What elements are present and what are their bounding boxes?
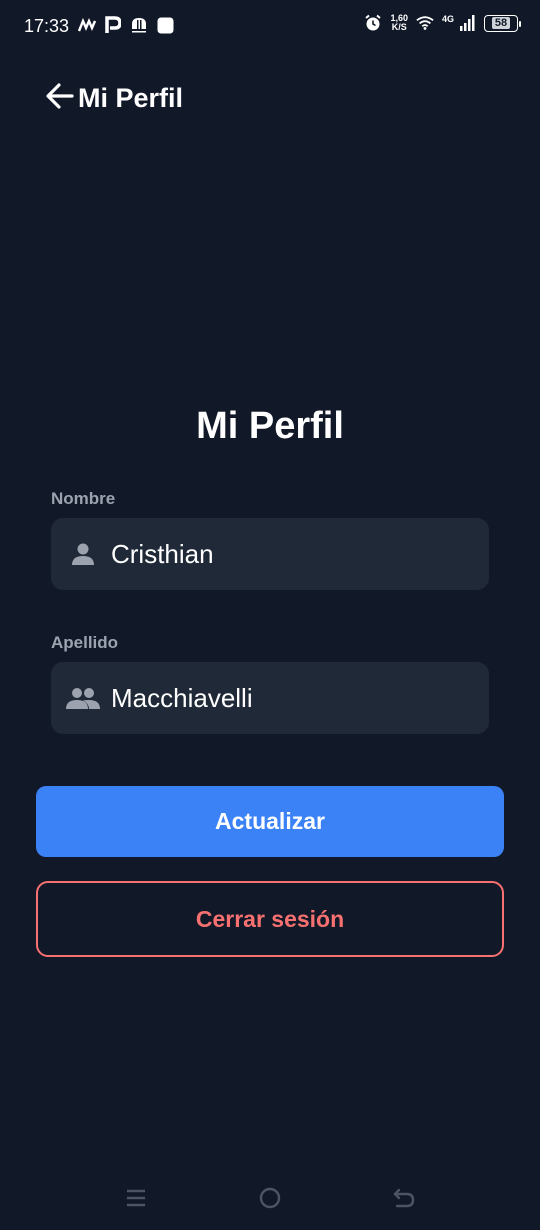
return-icon (392, 1186, 416, 1215)
first-name-label: Nombre (51, 489, 116, 508)
battery-level: 58 (491, 17, 511, 29)
last-name-input[interactable] (111, 682, 471, 714)
first-name-field[interactable] (51, 518, 489, 590)
back-button[interactable] (44, 82, 76, 114)
first-name-input[interactable] (111, 538, 471, 570)
arrow-left-icon (46, 82, 74, 114)
app-bar-title: Mi Perfil (78, 82, 184, 113)
store-icon (130, 16, 148, 34)
profile-screen: 17:33 1,60 K/S 4G 58 Mi Perfil Mi Perfil… (0, 0, 540, 1230)
page-title: Mi Perfil (196, 405, 344, 447)
home-circle-icon (258, 1186, 282, 1215)
p-app-icon (104, 16, 122, 34)
wifi-icon (416, 14, 434, 32)
home-nav-button[interactable] (254, 1184, 286, 1216)
last-name-label: Apellido (51, 633, 119, 652)
square-app-icon (156, 16, 174, 34)
notification-icons (78, 16, 174, 34)
back-nav-button[interactable] (388, 1184, 420, 1216)
alarm-icon (364, 14, 382, 32)
signal-icon (458, 14, 476, 32)
network-type: 4G (441, 14, 454, 24)
status-bar: 17:33 1,60 K/S 4G 58 (0, 0, 540, 54)
app-bar: Mi Perfil (44, 78, 183, 118)
person-icon (65, 536, 101, 572)
last-name-field[interactable] (51, 662, 489, 734)
network-speed: 1,60 K/S (390, 14, 408, 32)
menu-nav-button[interactable] (120, 1184, 152, 1216)
app-notification-icon (78, 16, 96, 34)
update-button[interactable]: Actualizar (36, 786, 504, 857)
menu-icon (125, 1187, 147, 1214)
battery-icon: 58 (484, 14, 521, 32)
system-nav-bar (0, 1170, 540, 1230)
status-time: 17:33 (24, 16, 70, 36)
logout-button[interactable]: Cerrar sesión (36, 881, 504, 957)
people-icon (65, 680, 101, 716)
status-right: 1,60 K/S 4G 58 (364, 14, 521, 32)
network-speed-unit: K/S (391, 22, 407, 32)
